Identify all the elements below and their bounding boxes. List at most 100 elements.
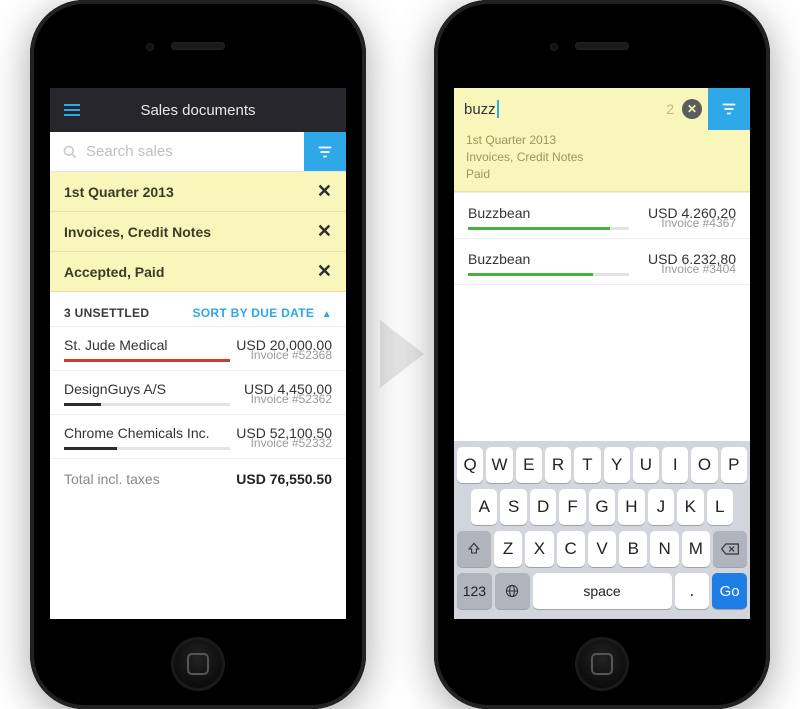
customer-name: St. Jude Medical — [64, 337, 168, 353]
invoice-item[interactable]: Buzzbean USD 6.232,80 Invoice #3404 — [454, 239, 750, 285]
keyboard-key[interactable]: T — [574, 447, 600, 483]
filter-chip-types: Invoices, Credit Notes ✕ — [50, 212, 346, 252]
screen-a: Sales documents Search sales 1st Qua — [50, 88, 346, 619]
menu-button[interactable] — [50, 100, 94, 120]
keyboard-key[interactable]: U — [633, 447, 659, 483]
active-filters-summary: 1st Quarter 2013 Invoices, Credit Notes … — [454, 130, 750, 191]
keyboard-key[interactable]: J — [648, 489, 674, 525]
keyboard-shift-key[interactable] — [457, 531, 491, 567]
on-screen-keyboard: QWERTYUIOP ASDFGHJKL ZXCVBNM 123 space .… — [454, 441, 750, 619]
keyboard-key[interactable]: Y — [604, 447, 630, 483]
filter-icon — [316, 143, 334, 161]
keyboard-key[interactable]: R — [545, 447, 571, 483]
keyboard-key[interactable]: S — [500, 489, 526, 525]
invoice-item[interactable]: St. Jude Medical USD 20,000.00 Invoice #… — [50, 326, 346, 370]
page-title: Sales documents — [50, 102, 346, 119]
keyboard-key[interactable]: P — [721, 447, 747, 483]
search-icon — [62, 144, 78, 160]
keyboard-key[interactable]: D — [530, 489, 556, 525]
keyboard-key[interactable]: W — [486, 447, 512, 483]
sort-button[interactable]: SORT BY DUE DATE ▲ — [192, 306, 332, 320]
keyboard-key[interactable]: K — [677, 489, 703, 525]
progress-bar — [64, 403, 230, 406]
keyboard-globe-key[interactable] — [495, 573, 530, 609]
phone-camera — [146, 43, 154, 51]
phone-earpiece — [171, 42, 225, 50]
app-header: Sales documents — [50, 88, 346, 132]
phone-frame-a: Sales documents Search sales 1st Qua — [30, 0, 366, 709]
keyboard-key[interactable]: E — [516, 447, 542, 483]
section-count: 3 UNSETTLED — [64, 306, 149, 320]
keyboard-go-key[interactable]: Go — [712, 573, 747, 609]
customer-name: Buzzbean — [468, 205, 530, 221]
keyboard-key[interactable]: M — [682, 531, 710, 567]
clear-search-button[interactable]: ✕ — [682, 99, 702, 119]
keyboard-row-4: 123 space . Go — [457, 573, 747, 609]
total-amount: USD 76,550.50 — [236, 471, 332, 487]
filter-status: Paid — [466, 166, 738, 183]
filter-types: Invoices, Credit Notes — [466, 149, 738, 166]
search-input[interactable]: Search sales — [50, 132, 304, 171]
total-label: Total incl. taxes — [64, 471, 160, 487]
screen-b: buzz 2 ✕ 1st Quarter 2013 Invoices, Cred… — [454, 88, 750, 619]
total-row: Total incl. taxes USD 76,550.50 — [50, 458, 346, 499]
customer-name: DesignGuys A/S — [64, 381, 166, 397]
backspace-icon — [720, 542, 740, 556]
search-value: buzz — [464, 101, 496, 118]
keyboard-dot-key[interactable]: . — [675, 573, 710, 609]
filter-chip-label: 1st Quarter 2013 — [64, 184, 174, 200]
keyboard-key[interactable]: L — [707, 489, 733, 525]
search-filter-panel: buzz 2 ✕ 1st Quarter 2013 Invoices, Cred… — [454, 88, 750, 192]
customer-name: Buzzbean — [468, 251, 530, 267]
invoice-item[interactable]: Buzzbean USD 4.260,20 Invoice #4367 — [454, 192, 750, 239]
text-cursor-icon — [497, 100, 499, 118]
filter-chip-status: Accepted, Paid ✕ — [50, 252, 346, 292]
keyboard-numbers-key[interactable]: 123 — [457, 573, 492, 609]
filter-button[interactable] — [708, 88, 750, 130]
remove-chip-button[interactable]: ✕ — [317, 261, 332, 282]
keyboard-key[interactable]: O — [691, 447, 717, 483]
keyboard-key[interactable]: X — [525, 531, 553, 567]
filter-button[interactable] — [304, 132, 346, 171]
search-row: buzz 2 ✕ — [454, 88, 750, 130]
progress-bar — [468, 273, 629, 276]
phone-frame-b: buzz 2 ✕ 1st Quarter 2013 Invoices, Cred… — [434, 0, 770, 709]
keyboard-key[interactable]: G — [589, 489, 615, 525]
keyboard-backspace-key[interactable] — [713, 531, 747, 567]
invoice-list: St. Jude Medical USD 20,000.00 Invoice #… — [50, 326, 346, 458]
keyboard-key[interactable]: B — [619, 531, 647, 567]
navigation-arrow-icon — [380, 320, 424, 388]
keyboard-key[interactable]: I — [662, 447, 688, 483]
keyboard-key[interactable]: C — [557, 531, 585, 567]
keyboard-row-1: QWERTYUIOP — [457, 447, 747, 483]
invoice-item[interactable]: Chrome Chemicals Inc. USD 52,100.50 Invo… — [50, 414, 346, 458]
phone-camera — [550, 43, 558, 51]
keyboard-key[interactable]: N — [650, 531, 678, 567]
remove-chip-button[interactable]: ✕ — [317, 181, 332, 202]
filter-chips: 1st Quarter 2013 ✕ Invoices, Credit Note… — [50, 172, 346, 292]
keyboard-key[interactable]: F — [559, 489, 585, 525]
keyboard-key[interactable]: A — [471, 489, 497, 525]
home-button[interactable] — [575, 637, 629, 691]
keyboard-key[interactable]: H — [618, 489, 644, 525]
hamburger-icon — [62, 100, 82, 120]
progress-bar — [468, 227, 629, 230]
keyboard-key[interactable]: V — [588, 531, 616, 567]
results-list: Buzzbean USD 4.260,20 Invoice #4367 Buzz… — [454, 192, 750, 285]
search-input[interactable]: buzz — [454, 100, 666, 118]
home-button[interactable] — [171, 637, 225, 691]
keyboard-key[interactable]: Z — [494, 531, 522, 567]
invoice-item[interactable]: DesignGuys A/S USD 4,450.00 Invoice #523… — [50, 370, 346, 414]
customer-name: Chrome Chemicals Inc. — [64, 425, 210, 441]
remove-chip-button[interactable]: ✕ — [317, 221, 332, 242]
keyboard-row-2: ASDFGHJKL — [457, 489, 747, 525]
keyboard-key[interactable]: Q — [457, 447, 483, 483]
keyboard-row-3: ZXCVBNM — [457, 531, 747, 567]
sort-up-icon: ▲ — [322, 309, 332, 320]
keyboard-space-key[interactable]: space — [533, 573, 672, 609]
search-row: Search sales — [50, 132, 346, 172]
progress-bar — [64, 359, 230, 362]
progress-bar — [64, 447, 230, 450]
close-icon: ✕ — [687, 102, 697, 116]
filter-chip-label: Invoices, Credit Notes — [64, 224, 211, 240]
